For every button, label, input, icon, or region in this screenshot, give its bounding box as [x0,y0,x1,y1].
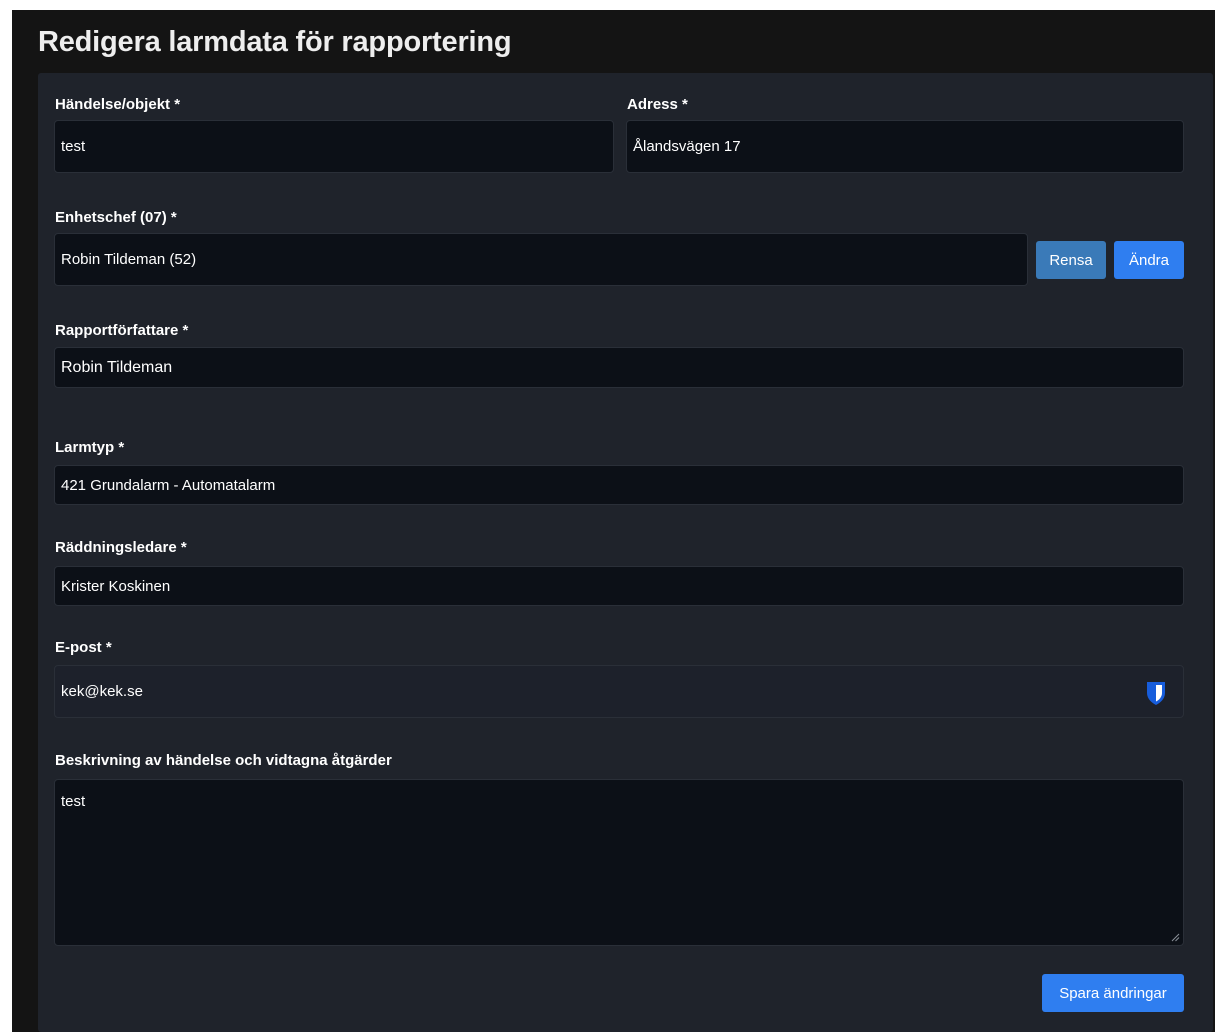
adress-input[interactable]: Ålandsvägen 17 [626,120,1184,173]
raddningsledare-select[interactable]: Krister Koskinen [54,566,1184,606]
rapportforfattare-label: Rapportförfattare * [55,322,189,339]
beskrivning-value: test [61,793,86,810]
save-changes-button[interactable]: Spara ändringar [1042,974,1184,1012]
andra-button[interactable]: Ändra [1114,241,1184,279]
epost-input[interactable]: kek@kek.se [54,665,1184,718]
rapportforfattare-input[interactable]: Robin Tildeman [54,347,1184,388]
beskrivning-label: Beskrivning av händelse och vidtagna åtg… [55,752,392,769]
resize-handle-icon[interactable] [1171,933,1180,942]
beskrivning-textarea[interactable]: test [54,779,1184,946]
page-title: Redigera larmdata för rapportering [38,26,512,58]
handelse-input[interactable]: test [54,120,614,173]
raddningsledare-label: Räddningsledare * [55,539,187,556]
enhetschef-input[interactable]: Robin Tildeman (52) [54,233,1028,286]
enhetschef-label: Enhetschef (07) * [55,209,177,226]
larmtyp-label: Larmtyp * [55,439,125,456]
adress-label: Adress * [627,96,688,113]
handelse-label: Händelse/objekt * [55,96,181,113]
rensa-button[interactable]: Rensa [1036,241,1106,279]
edit-form-panel: Händelse/objekt * test Adress * Ålandsvä… [38,73,1213,1032]
app-shell: Redigera larmdata för rapportering Hände… [12,10,1215,1032]
epost-value: kek@kek.se [61,683,143,700]
larmtyp-select[interactable]: 421 Grundalarm - Automatalarm [54,465,1184,505]
password-manager-shield-icon[interactable] [1145,680,1167,706]
epost-label: E-post * [55,639,112,656]
